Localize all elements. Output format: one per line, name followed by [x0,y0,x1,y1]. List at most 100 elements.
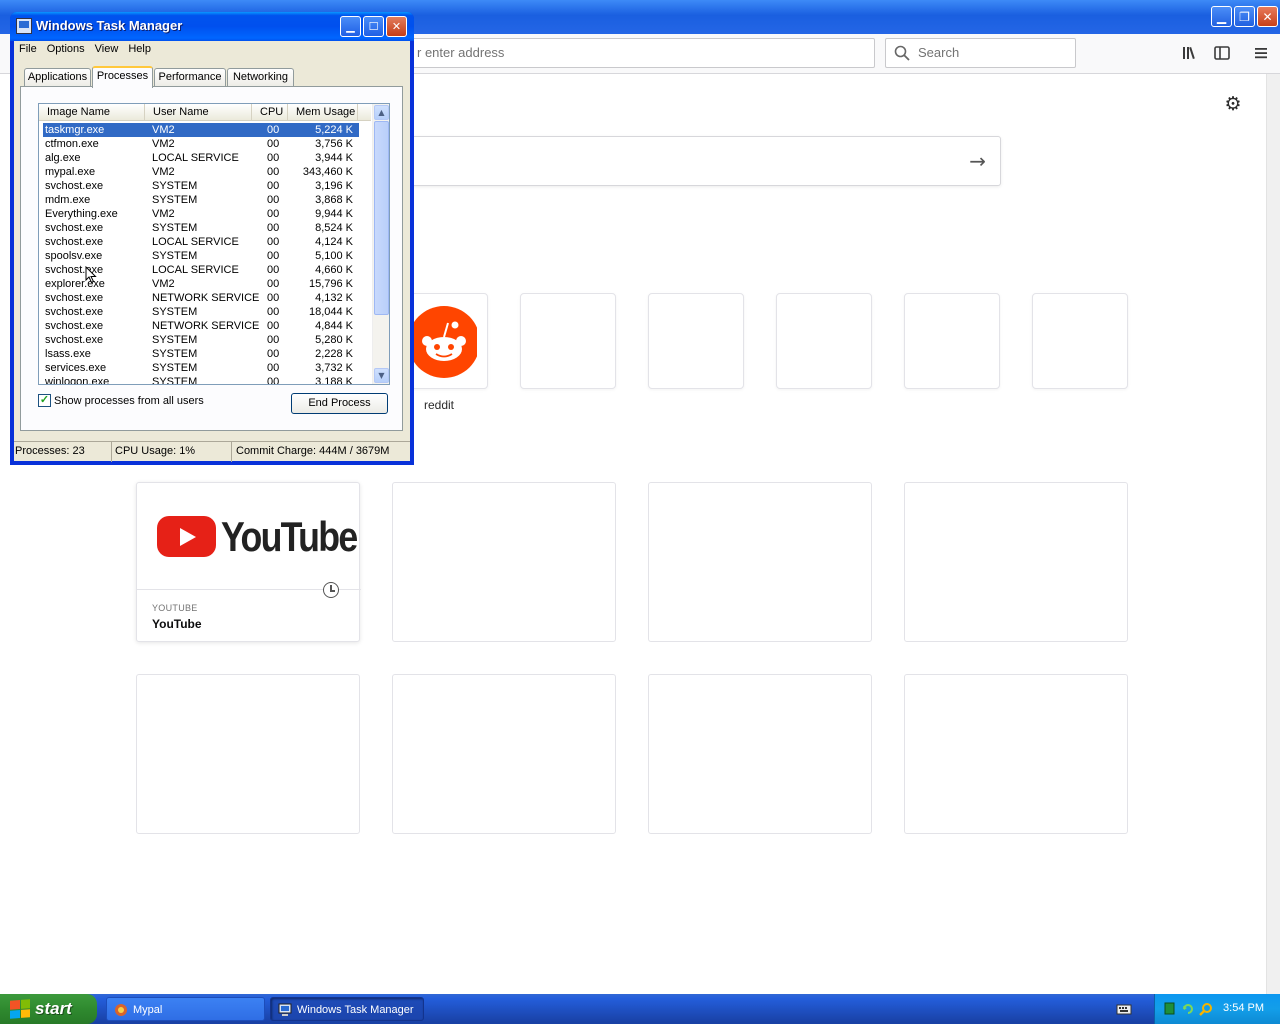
table-row[interactable]: svchost.exe SYSTEM 00 8,524 K [43,221,359,235]
maximize-button[interactable]: ☐ [363,16,384,37]
tab-networking[interactable]: Networking [227,68,294,87]
top-site-empty[interactable] [648,293,744,389]
process-list-header: Image Name User Name CPU Mem Usage [39,104,371,121]
search-icon[interactable] [1199,1002,1213,1016]
browser-restore-button[interactable]: ❐ [1234,6,1255,27]
table-row[interactable]: svchost.exe SYSTEM 00 18,044 K [43,305,359,319]
table-row[interactable]: svchost.exe SYSTEM 00 3,196 K [43,179,359,193]
network-icon[interactable] [1163,1002,1177,1016]
search-bar[interactable]: Search [885,38,1076,68]
table-row[interactable]: taskmgr.exe VM2 00 5,224 K [43,123,359,137]
end-process-button[interactable]: End Process [291,393,388,414]
task-manager-titlebar[interactable]: Windows Task Manager ▁ ☐ ✕ [10,12,414,41]
youtube-thumbnail: YouTube [137,483,361,590]
hamburger-menu-icon[interactable] [1252,44,1270,62]
top-site-empty[interactable] [1032,293,1128,389]
highlight-card-empty[interactable] [904,674,1128,834]
status-bar: Processes: 23 CPU Usage: 1% Commit Charg… [14,441,410,462]
process-image-name: svchost.exe [45,306,104,318]
browser-minimize-button[interactable]: ▁ [1211,6,1232,27]
top-site-empty[interactable] [904,293,1000,389]
column-image-name[interactable]: Image Name [39,104,145,121]
taskbar-item-task-manager[interactable]: Windows Task Manager [270,997,424,1021]
table-row[interactable]: svchost.exe NETWORK SERVICE 00 4,132 K [43,291,359,305]
top-site-empty[interactable] [776,293,872,389]
sidebar-icon[interactable] [1213,44,1231,62]
highlight-card-youtube[interactable]: YouTube YOUTUBE YouTube [136,482,361,642]
top-site-empty[interactable] [520,293,616,389]
highlight-card-empty[interactable] [392,674,616,834]
process-mem-usage: 343,460 K [302,166,353,178]
process-mem-usage: 9,944 K [315,208,353,220]
menu-help[interactable]: Help [123,41,156,58]
process-cpu: 00 [267,250,280,262]
minimize-icon: ▁ [1216,9,1227,24]
table-row[interactable]: winlogon.exe SYSTEM 00 3,188 K [43,375,359,385]
highlight-card-empty[interactable] [904,482,1128,642]
highlight-card-empty[interactable] [648,674,872,834]
tab-performance[interactable]: Performance [154,68,226,87]
process-mem-usage: 18,044 K [308,306,353,318]
checkmark-icon[interactable]: ✓ [38,394,51,407]
highlight-card-empty[interactable] [648,482,872,642]
highlight-card-empty[interactable] [136,674,360,834]
settings-gear-icon[interactable]: ⚙ [1222,93,1244,115]
menu-view[interactable]: View [90,41,124,58]
table-row[interactable]: lsass.exe SYSTEM 00 2,228 K [43,347,359,361]
table-row[interactable]: services.exe SYSTEM 00 3,732 K [43,361,359,375]
column-mem-usage[interactable]: Mem Usage [288,104,358,121]
start-button[interactable]: start [0,994,97,1024]
search-icon [894,45,910,61]
processes-panel: Image Name User Name CPU Mem Usage taskm… [20,86,403,431]
process-image-name: Everything.exe [45,208,118,220]
process-mem-usage: 15,796 K [308,278,353,290]
arrow-right-icon[interactable]: → [969,149,986,173]
table-row[interactable]: ctfmon.exe VM2 00 3,756 K [43,137,359,151]
computer-icon [278,1003,292,1016]
maximize-icon: ☐ [368,20,379,33]
process-mem-usage: 3,196 K [315,180,353,192]
table-row[interactable]: svchost.exe NETWORK SERVICE 00 4,844 K [43,319,359,333]
library-icon[interactable] [1181,44,1199,62]
keyboard-icon[interactable] [1116,1002,1132,1016]
table-row[interactable]: alg.exe LOCAL SERVICE 00 3,944 K [43,151,359,165]
scrollbar-thumb[interactable] [374,121,389,315]
show-all-users-checkbox[interactable]: ✓ Show processes from all users [38,394,204,407]
process-mem-usage: 5,100 K [315,250,353,262]
process-user-name: SYSTEM [152,376,198,385]
column-user-name[interactable]: User Name [145,104,252,121]
menu-file[interactable]: File [14,41,42,58]
process-list[interactable]: Image Name User Name CPU Mem Usage taskm… [38,103,390,385]
minimize-button[interactable]: ▁ [340,16,361,37]
process-user-name: VM2 [152,278,175,290]
tab-applications[interactable]: Applications [24,68,91,87]
url-bar[interactable]: r enter address [392,38,875,68]
scroll-up-arrow-icon[interactable]: ▲ [374,105,389,120]
computer-icon [16,18,32,34]
table-row[interactable]: spoolsv.exe SYSTEM 00 5,100 K [43,249,359,263]
process-cpu: 00 [267,194,280,206]
process-cpu: 00 [267,236,280,248]
process-image-name: svchost.exe [45,236,104,248]
browser-close-button[interactable]: ✕ [1257,6,1278,27]
process-list-scrollbar[interactable]: ▲ ▼ [372,104,389,384]
close-button[interactable]: ✕ [386,16,407,37]
highlight-card-empty[interactable] [392,482,616,642]
browser-scrollbar[interactable] [1266,74,1280,994]
tab-processes[interactable]: Processes [92,66,153,88]
taskbar-item-mypal[interactable]: Mypal [106,997,265,1021]
table-row[interactable]: svchost.exe LOCAL SERVICE 00 4,124 K [43,235,359,249]
process-mem-usage: 3,868 K [315,194,353,206]
column-cpu[interactable]: CPU [252,104,288,121]
refresh-icon[interactable] [1181,1002,1195,1016]
highlight-host: YOUTUBE [152,603,198,613]
table-row[interactable]: mypal.exe VM2 00 343,460 K [43,165,359,179]
taskbar-item-label: Windows Task Manager [297,1004,414,1016]
scroll-down-arrow-icon[interactable]: ▼ [374,368,389,383]
process-user-name: LOCAL SERVICE [152,152,239,164]
table-row[interactable]: mdm.exe SYSTEM 00 3,868 K [43,193,359,207]
table-row[interactable]: svchost.exe SYSTEM 00 5,280 K [43,333,359,347]
content-search-box[interactable]: → [392,136,1001,186]
table-row[interactable]: Everything.exe VM2 00 9,944 K [43,207,359,221]
menu-options[interactable]: Options [42,41,90,58]
